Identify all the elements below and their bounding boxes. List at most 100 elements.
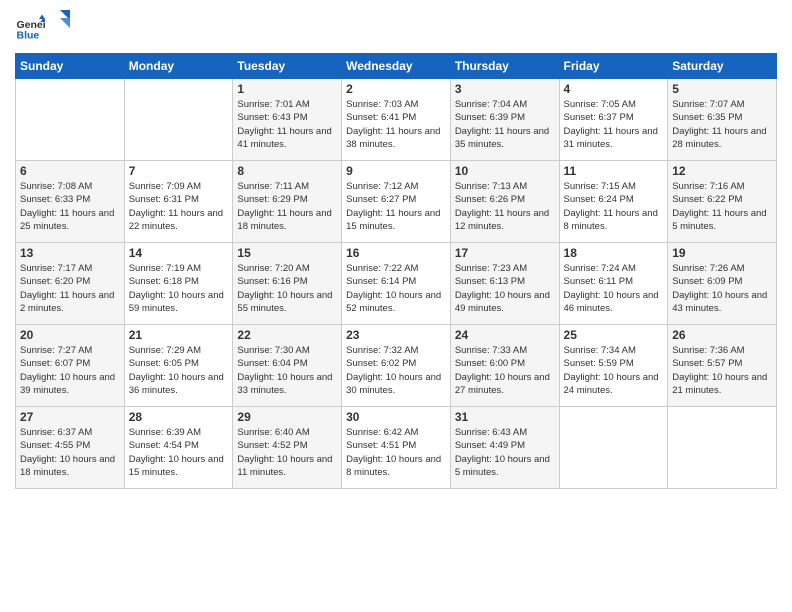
cell-content: Sunrise: 7:26 AMSunset: 6:09 PMDaylight:…: [672, 262, 772, 315]
cell-content: Sunrise: 7:33 AMSunset: 6:00 PMDaylight:…: [455, 344, 555, 397]
calendar-cell: 18 Sunrise: 7:24 AMSunset: 6:11 PMDayligh…: [559, 243, 668, 325]
day-number: 7: [129, 164, 229, 178]
cell-content: Sunrise: 7:24 AMSunset: 6:11 PMDaylight:…: [564, 262, 664, 315]
header-row: SundayMondayTuesdayWednesdayThursdayFrid…: [16, 54, 777, 79]
week-row-3: 13 Sunrise: 7:17 AMSunset: 6:20 PMDayligh…: [16, 243, 777, 325]
calendar-cell: 4 Sunrise: 7:05 AMSunset: 6:37 PMDaylight…: [559, 79, 668, 161]
page-container: General Blue Sunda: [0, 0, 792, 494]
day-header-thursday: Thursday: [450, 54, 559, 79]
calendar-cell: 2 Sunrise: 7:03 AMSunset: 6:41 PMDaylight…: [342, 79, 451, 161]
day-number: 23: [346, 328, 446, 342]
calendar-cell: 16 Sunrise: 7:22 AMSunset: 6:14 PMDayligh…: [342, 243, 451, 325]
cell-content: Sunrise: 7:32 AMSunset: 6:02 PMDaylight:…: [346, 344, 446, 397]
day-number: 11: [564, 164, 664, 178]
cell-content: Sunrise: 7:30 AMSunset: 6:04 PMDaylight:…: [237, 344, 337, 397]
calendar-cell: 25 Sunrise: 7:34 AMSunset: 5:59 PMDayligh…: [559, 325, 668, 407]
calendar-cell: 28 Sunrise: 6:39 AMSunset: 4:54 PMDayligh…: [124, 407, 233, 489]
cell-content: Sunrise: 7:16 AMSunset: 6:22 PMDaylight:…: [672, 180, 772, 233]
logo: General Blue: [15, 10, 70, 45]
day-number: 29: [237, 410, 337, 424]
day-number: 22: [237, 328, 337, 342]
cell-content: Sunrise: 7:08 AMSunset: 6:33 PMDaylight:…: [20, 180, 120, 233]
calendar-cell: 22 Sunrise: 7:30 AMSunset: 6:04 PMDayligh…: [233, 325, 342, 407]
week-row-2: 6 Sunrise: 7:08 AMSunset: 6:33 PMDaylight…: [16, 161, 777, 243]
day-number: 12: [672, 164, 772, 178]
calendar-cell: 30Sunrise: 6:42 AMSunset: 4:51 PMDayligh…: [342, 407, 451, 489]
cell-content: Sunrise: 7:13 AMSunset: 6:26 PMDaylight:…: [455, 180, 555, 233]
cell-content: Sunrise: 6:42 AMSunset: 4:51 PMDaylight:…: [346, 426, 446, 479]
calendar-cell: [124, 79, 233, 161]
day-number: 18: [564, 246, 664, 260]
day-number: 16: [346, 246, 446, 260]
calendar-cell: 21Sunrise: 7:29 AMSunset: 6:05 PMDayligh…: [124, 325, 233, 407]
calendar-cell: 17 Sunrise: 7:23 AMSunset: 6:13 PMDayligh…: [450, 243, 559, 325]
day-header-saturday: Saturday: [668, 54, 777, 79]
day-number: 13: [20, 246, 120, 260]
calendar-cell: [559, 407, 668, 489]
cell-content: Sunrise: 6:39 AMSunset: 4:54 PMDaylight:…: [129, 426, 229, 479]
day-number: 15: [237, 246, 337, 260]
cell-content: Sunrise: 7:05 AMSunset: 6:37 PMDaylight:…: [564, 98, 664, 151]
calendar-cell: 5 Sunrise: 7:07 AMSunset: 6:35 PMDaylight…: [668, 79, 777, 161]
cell-content: Sunrise: 7:20 AMSunset: 6:16 PMDaylight:…: [237, 262, 337, 315]
calendar-cell: 19 Sunrise: 7:26 AMSunset: 6:09 PMDayligh…: [668, 243, 777, 325]
calendar-cell: 13 Sunrise: 7:17 AMSunset: 6:20 PMDayligh…: [16, 243, 125, 325]
cell-content: Sunrise: 6:40 AMSunset: 4:52 PMDaylight:…: [237, 426, 337, 479]
cell-content: Sunrise: 7:09 AMSunset: 6:31 PMDaylight:…: [129, 180, 229, 233]
calendar-cell: 26Sunrise: 7:36 AMSunset: 5:57 PMDayligh…: [668, 325, 777, 407]
day-number: 28: [129, 410, 229, 424]
calendar-cell: 7 Sunrise: 7:09 AMSunset: 6:31 PMDaylight…: [124, 161, 233, 243]
header: General Blue: [15, 10, 777, 45]
day-number: 14: [129, 246, 229, 260]
calendar-cell: 14 Sunrise: 7:19 AMSunset: 6:18 PMDayligh…: [124, 243, 233, 325]
svg-text:Blue: Blue: [17, 29, 40, 41]
day-header-tuesday: Tuesday: [233, 54, 342, 79]
cell-content: Sunrise: 6:37 AMSunset: 4:55 PMDaylight:…: [20, 426, 120, 479]
day-number: 17: [455, 246, 555, 260]
cell-content: Sunrise: 7:17 AMSunset: 6:20 PMDaylight:…: [20, 262, 120, 315]
cell-content: Sunrise: 7:34 AMSunset: 5:59 PMDaylight:…: [564, 344, 664, 397]
cell-content: Sunrise: 7:36 AMSunset: 5:57 PMDaylight:…: [672, 344, 772, 397]
cell-content: Sunrise: 7:07 AMSunset: 6:35 PMDaylight:…: [672, 98, 772, 151]
cell-content: Sunrise: 7:27 AMSunset: 6:07 PMDaylight:…: [20, 344, 120, 397]
calendar-cell: [16, 79, 125, 161]
cell-content: Sunrise: 7:12 AMSunset: 6:27 PMDaylight:…: [346, 180, 446, 233]
day-number: 31: [455, 410, 555, 424]
week-row-4: 20Sunrise: 7:27 AMSunset: 6:07 PMDayligh…: [16, 325, 777, 407]
day-number: 27: [20, 410, 120, 424]
calendar-cell: 29 Sunrise: 6:40 AMSunset: 4:52 PMDayligh…: [233, 407, 342, 489]
cell-content: Sunrise: 7:19 AMSunset: 6:18 PMDaylight:…: [129, 262, 229, 315]
day-number: 24: [455, 328, 555, 342]
day-number: 2: [346, 82, 446, 96]
calendar-cell: 8 Sunrise: 7:11 AMSunset: 6:29 PMDaylight…: [233, 161, 342, 243]
day-number: 9: [346, 164, 446, 178]
calendar-cell: 10 Sunrise: 7:13 AMSunset: 6:26 PMDayligh…: [450, 161, 559, 243]
day-number: 4: [564, 82, 664, 96]
day-number: 6: [20, 164, 120, 178]
cell-content: Sunrise: 7:15 AMSunset: 6:24 PMDaylight:…: [564, 180, 664, 233]
cell-content: Sunrise: 7:03 AMSunset: 6:41 PMDaylight:…: [346, 98, 446, 151]
cell-content: Sunrise: 7:11 AMSunset: 6:29 PMDaylight:…: [237, 180, 337, 233]
calendar-cell: 31Sunrise: 6:43 AMSunset: 4:49 PMDayligh…: [450, 407, 559, 489]
day-header-sunday: Sunday: [16, 54, 125, 79]
day-number: 1: [237, 82, 337, 96]
cell-content: Sunrise: 7:23 AMSunset: 6:13 PMDaylight:…: [455, 262, 555, 315]
calendar-cell: 20Sunrise: 7:27 AMSunset: 6:07 PMDayligh…: [16, 325, 125, 407]
day-header-wednesday: Wednesday: [342, 54, 451, 79]
calendar-cell: 27 Sunrise: 6:37 AMSunset: 4:55 PMDayligh…: [16, 407, 125, 489]
day-number: 3: [455, 82, 555, 96]
calendar-cell: 3Sunrise: 7:04 AMSunset: 6:39 PMDaylight…: [450, 79, 559, 161]
day-number: 10: [455, 164, 555, 178]
calendar-cell: 6 Sunrise: 7:08 AMSunset: 6:33 PMDaylight…: [16, 161, 125, 243]
calendar-table: SundayMondayTuesdayWednesdayThursdayFrid…: [15, 53, 777, 489]
day-number: 5: [672, 82, 772, 96]
calendar-cell: 23 Sunrise: 7:32 AMSunset: 6:02 PMDayligh…: [342, 325, 451, 407]
day-number: 19: [672, 246, 772, 260]
day-number: 25: [564, 328, 664, 342]
calendar-cell: [668, 407, 777, 489]
logo-arrow-icon: [50, 10, 70, 40]
calendar-cell: 24 Sunrise: 7:33 AMSunset: 6:00 PMDayligh…: [450, 325, 559, 407]
cell-content: Sunrise: 7:22 AMSunset: 6:14 PMDaylight:…: [346, 262, 446, 315]
day-number: 8: [237, 164, 337, 178]
cell-content: Sunrise: 7:01 AMSunset: 6:43 PMDaylight:…: [237, 98, 337, 151]
